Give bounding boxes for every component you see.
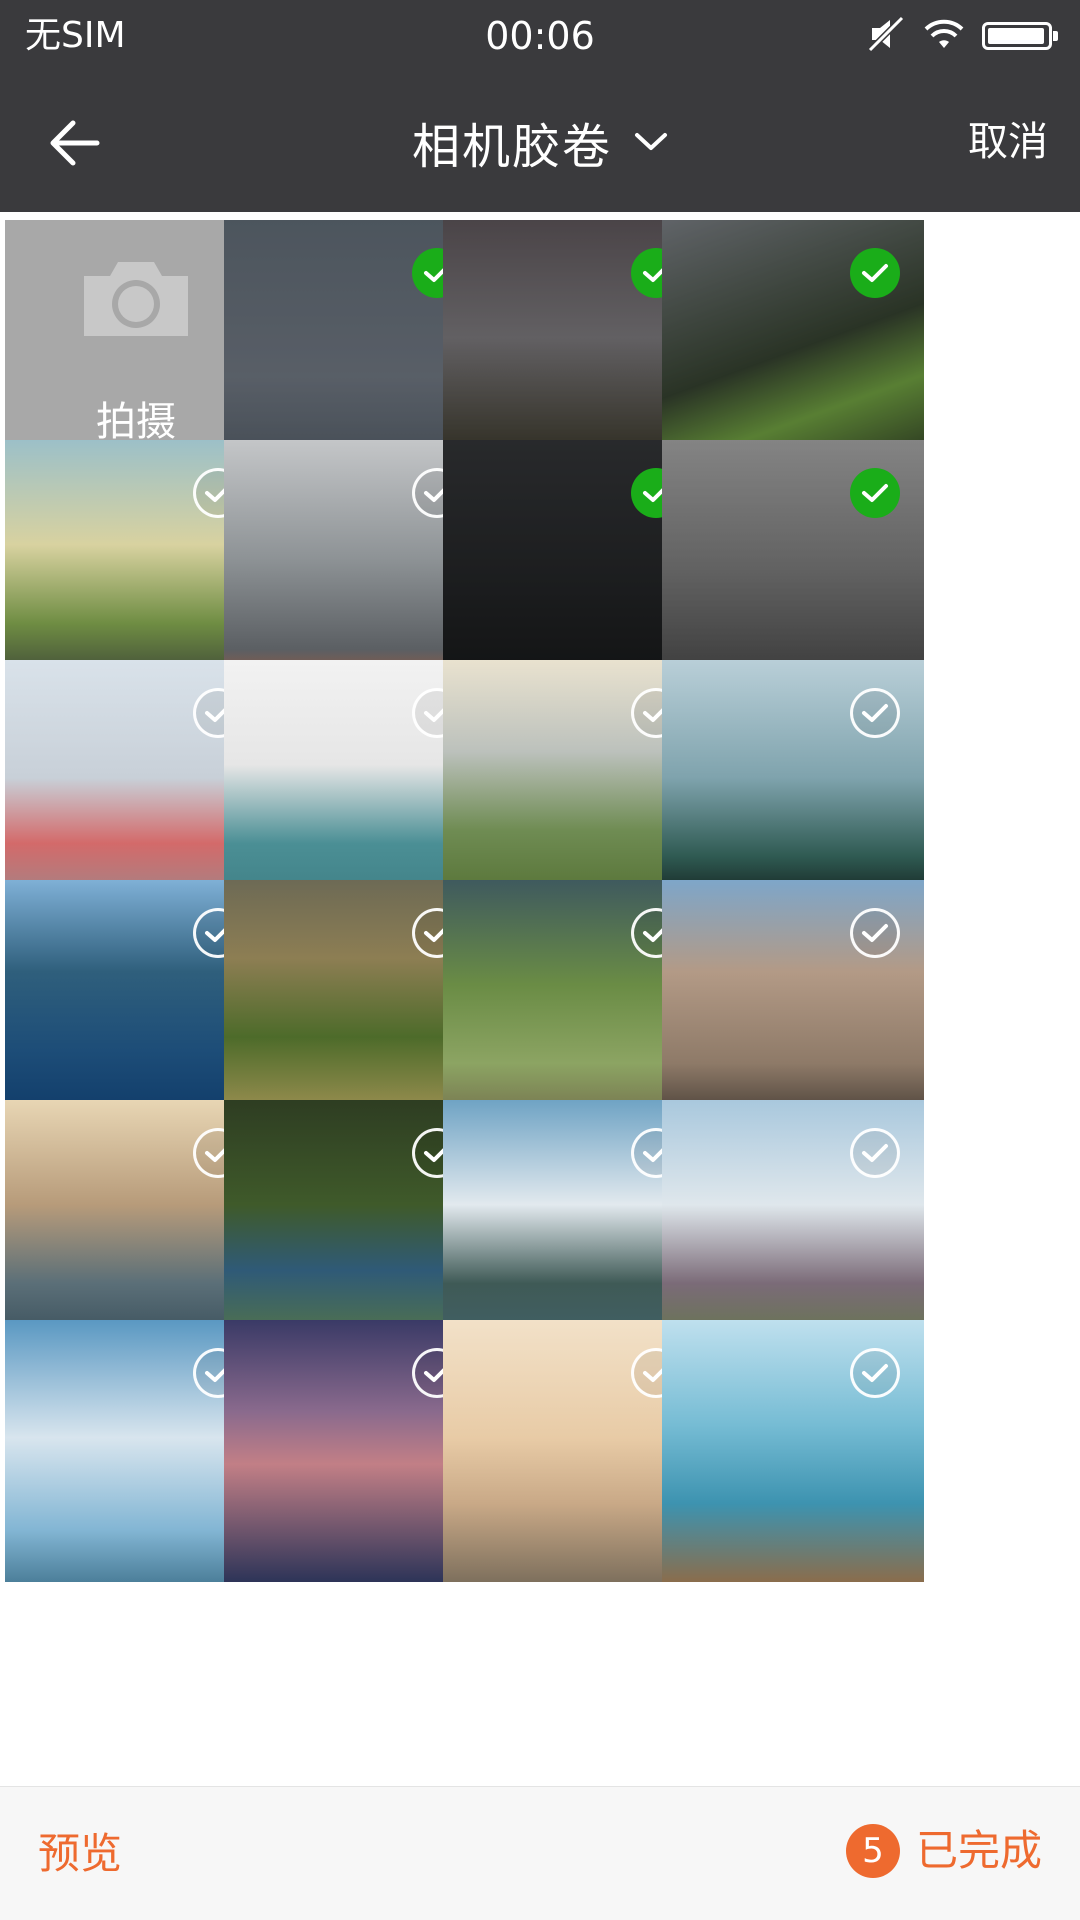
status-icons bbox=[866, 14, 1058, 58]
back-button[interactable] bbox=[40, 108, 110, 178]
checked-circle-icon[interactable] bbox=[850, 248, 900, 298]
battery-level-fill bbox=[988, 28, 1044, 44]
mute-icon bbox=[866, 14, 906, 58]
status-bar: 无SIM 00:06 bbox=[0, 0, 1080, 72]
cancel-button[interactable]: 取消 bbox=[968, 116, 1048, 168]
camera-icon bbox=[84, 262, 188, 336]
preview-button[interactable]: 预览 bbox=[38, 1827, 122, 1881]
unchecked-circle-icon[interactable] bbox=[850, 688, 900, 738]
unchecked-circle-icon[interactable] bbox=[850, 1348, 900, 1398]
selected-count-badge: 5 bbox=[845, 1824, 900, 1878]
photo-grid: 拍摄 bbox=[0, 212, 1080, 1786]
wifi-icon bbox=[922, 14, 966, 58]
checked-circle-icon[interactable] bbox=[850, 468, 900, 518]
unchecked-circle-icon[interactable] bbox=[850, 908, 900, 958]
navigation-bar: 相机胶卷 取消 bbox=[0, 72, 1080, 212]
chevron-down-icon bbox=[635, 133, 667, 150]
album-title: 相机胶卷 bbox=[411, 119, 612, 175]
battery-icon bbox=[982, 22, 1058, 50]
done-button[interactable]: 5 已完成 bbox=[845, 1823, 1042, 1879]
album-selector[interactable]: 相机胶卷 bbox=[412, 107, 668, 177]
unchecked-circle-icon[interactable] bbox=[850, 1128, 900, 1178]
photo-thumbnail-seaweed-beach[interactable] bbox=[662, 1320, 924, 1582]
back-arrow-icon bbox=[50, 120, 100, 166]
done-label: 已完成 bbox=[915, 1826, 1042, 1875]
bottom-bar: 预览 5 已完成 bbox=[0, 1786, 1080, 1920]
